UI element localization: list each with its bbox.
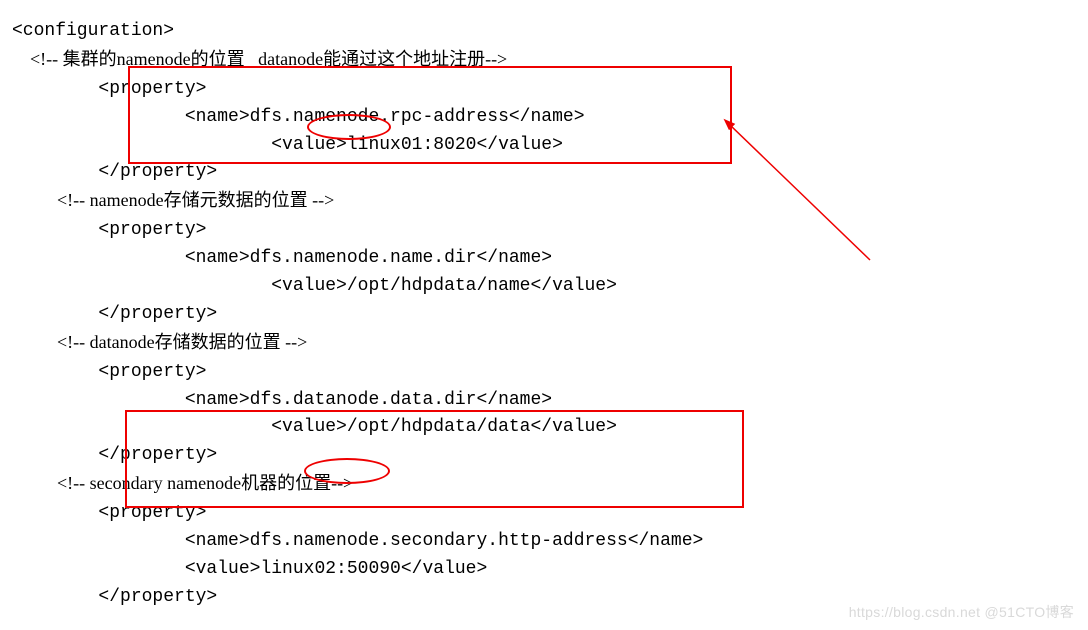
code-line: <name>dfs.datanode.data.dir</name>: [12, 390, 552, 410]
watermark: https://blog.csdn.net @51CTO博客: [849, 602, 1074, 624]
code-line: </property>: [12, 304, 217, 324]
code-line: <property>: [12, 220, 206, 240]
code-line: </property>: [12, 445, 217, 465]
code-line: <property>: [12, 362, 206, 382]
code-line: <name>dfs.namenode.name.dir</name>: [12, 248, 552, 268]
code-line: <configuration>: [12, 21, 174, 41]
code-line: <value>/opt/hdpdata/data</value>: [12, 417, 617, 437]
code-line: </property>: [12, 587, 217, 607]
code-line: <name>dfs.namenode.rpc-address</name>: [12, 107, 585, 127]
code-line: <property>: [12, 79, 206, 99]
code-block: <configuration> <!-- 集群的namenode的位置 data…: [12, 18, 1076, 612]
comment-line: <!-- secondary namenode机器的位置-->: [12, 473, 353, 493]
comment-line: <!-- namenode存储元数据的位置 -->: [12, 190, 334, 210]
comment-line: <!-- 集群的namenode的位置 datanode能通过这个地址注册-->: [12, 49, 507, 69]
code-line: <value>/opt/hdpdata/name</value>: [12, 276, 617, 296]
code-line: <value>linux01:8020</value>: [12, 135, 563, 155]
code-line: </property>: [12, 162, 217, 182]
code-line: <property>: [12, 503, 206, 523]
code-line: <name>dfs.namenode.secondary.http-addres…: [12, 531, 703, 551]
code-line: <value>linux02:50090</value>: [12, 559, 487, 579]
comment-line: <!-- datanode存储数据的位置 -->: [12, 332, 307, 352]
